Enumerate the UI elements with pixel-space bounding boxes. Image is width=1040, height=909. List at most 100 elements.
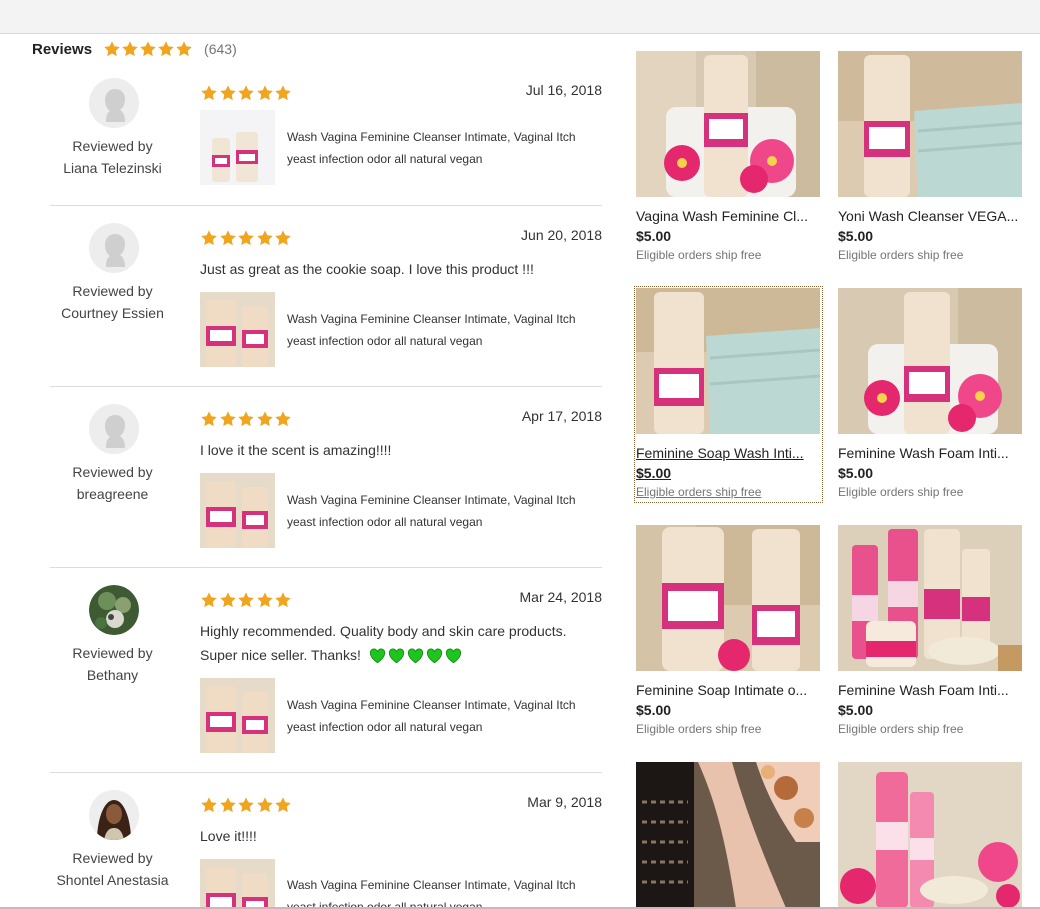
listing-shipping: Eligible orders ship free xyxy=(838,722,964,736)
reviewer-name[interactable]: Courtney Essien xyxy=(50,302,175,324)
review-product-link[interactable]: Wash Vagina Feminine Cleanser Intimate, … xyxy=(200,678,607,753)
review-rating-stars xyxy=(200,84,293,102)
product-thumbnail[interactable] xyxy=(200,859,275,907)
star-icon xyxy=(201,411,217,427)
review-product-title[interactable]: Wash Vagina Feminine Cleanser Intimate, … xyxy=(287,694,607,738)
listing-image[interactable] xyxy=(636,525,820,671)
reviewer-info: Reviewed by Liana Telezinski xyxy=(50,135,175,179)
review-product-link[interactable]: Wash Vagina Feminine Cleanser Intimate, … xyxy=(200,110,607,185)
reviewer-name[interactable]: breagreene xyxy=(50,483,175,505)
star-icon xyxy=(275,230,291,246)
review-date: Apr 17, 2018 xyxy=(521,408,602,424)
product-thumbnail[interactable] xyxy=(200,110,275,185)
listing-price: $5.00 xyxy=(838,702,874,718)
reviews-count: (643) xyxy=(204,41,237,57)
reviewer-name[interactable]: Bethany xyxy=(50,664,175,686)
photo-avatar-icon[interactable] xyxy=(89,790,139,840)
listing-image[interactable] xyxy=(838,51,1022,197)
review-date: Mar 24, 2018 xyxy=(519,589,603,605)
listing-card[interactable] xyxy=(636,762,821,909)
review-text: Love it!!!! xyxy=(200,828,257,844)
listing-price: $5.00 xyxy=(636,465,672,481)
reviewer-name[interactable]: Shontel Anestasia xyxy=(50,869,175,891)
star-icon xyxy=(256,797,273,813)
reviewer-info: Reviewed by Bethany xyxy=(50,642,175,686)
review-product-link[interactable]: Wash Vagina Feminine Cleanser Intimate, … xyxy=(200,859,602,907)
review-rating-stars xyxy=(200,229,293,247)
listing-image[interactable] xyxy=(636,51,820,197)
review-product-link[interactable]: Wash Vagina Feminine Cleanser Intimate, … xyxy=(200,473,607,548)
star-icon xyxy=(275,85,291,101)
listing-title[interactable]: Feminine Soap Wash Inti... xyxy=(636,444,821,462)
reviewer-name[interactable]: Liana Telezinski xyxy=(50,157,175,179)
listing-shipping: Eligible orders ship free xyxy=(636,248,762,262)
reviews-header: Reviews (643) xyxy=(32,38,237,60)
listing-price: $5.00 xyxy=(636,228,672,244)
star-icon xyxy=(238,85,254,101)
listing-image[interactable] xyxy=(838,525,1022,671)
listing-title[interactable]: Vagina Wash Feminine Cl... xyxy=(636,207,821,225)
review-item: Reviewed by breagreene Apr 17, 2018 I lo… xyxy=(50,404,602,568)
listing-shipping: Eligible orders ship free xyxy=(838,485,964,499)
reviewer-info: Reviewed by Courtney Essien xyxy=(50,280,175,324)
review-text-block: Highly recommended. Quality body and ski… xyxy=(200,619,605,667)
star-icon xyxy=(238,592,254,608)
green-heart-icon xyxy=(388,648,404,664)
listing-image[interactable] xyxy=(838,288,1022,434)
star-icon xyxy=(201,85,217,101)
review-date: Mar 9, 2018 xyxy=(527,794,602,810)
review-item: Reviewed by Shontel Anestasia Mar 9, 201… xyxy=(50,790,602,907)
star-icon xyxy=(275,411,291,427)
star-icon xyxy=(256,230,273,246)
default-avatar-icon[interactable] xyxy=(89,78,139,128)
product-thumbnail[interactable] xyxy=(200,473,275,548)
listing-image[interactable] xyxy=(838,762,1022,908)
overall-rating-stars xyxy=(103,40,193,58)
review-product-title[interactable]: Wash Vagina Feminine Cleanser Intimate, … xyxy=(287,308,607,352)
listing-card[interactable]: Feminine Soap Intimate o... $5.00 Eligib… xyxy=(636,525,821,737)
listing-price: $5.00 xyxy=(838,465,874,481)
star-icon xyxy=(122,41,138,57)
hearts-emoji-group xyxy=(369,648,464,664)
review-rating-stars xyxy=(200,796,293,814)
product-thumbnail[interactable] xyxy=(200,292,275,367)
default-avatar-icon[interactable] xyxy=(89,404,139,454)
review-product-title[interactable]: Wash Vagina Feminine Cleanser Intimate, … xyxy=(287,874,602,907)
photo-avatar-icon[interactable] xyxy=(89,585,139,635)
reviewed-by-label: Reviewed by xyxy=(72,645,153,661)
listing-shipping: Eligible orders ship free xyxy=(838,248,964,262)
listing-card[interactable]: Yoni Wash Cleanser VEGA... $5.00 Eligibl… xyxy=(838,51,1023,263)
green-heart-icon xyxy=(407,648,423,664)
listing-title[interactable]: Feminine Wash Foam Inti... xyxy=(838,681,1023,699)
browser-top-bar xyxy=(0,0,1040,34)
star-icon xyxy=(201,230,217,246)
listing-title[interactable]: Feminine Wash Foam Inti... xyxy=(838,444,1023,462)
listing-card[interactable]: Feminine Soap Wash Inti... $5.00 Eligibl… xyxy=(634,286,823,503)
star-icon xyxy=(219,797,236,813)
listing-title[interactable]: Feminine Soap Intimate o... xyxy=(636,681,821,699)
star-icon xyxy=(238,230,254,246)
review-product-title[interactable]: Wash Vagina Feminine Cleanser Intimate, … xyxy=(287,489,607,533)
listing-image[interactable] xyxy=(636,288,820,434)
review-item: Reviewed by Bethany Mar 24, 2018 Highly … xyxy=(50,585,602,773)
star-icon xyxy=(256,411,273,427)
listing-title[interactable]: Yoni Wash Cleanser VEGA... xyxy=(838,207,1023,225)
review-product-title[interactable]: Wash Vagina Feminine Cleanser Intimate, … xyxy=(287,126,607,170)
listing-image[interactable] xyxy=(636,762,820,908)
listing-card[interactable]: Feminine Wash Foam Inti... $5.00 Eligibl… xyxy=(838,525,1023,737)
listing-card[interactable]: Vagina Wash Feminine Cl... $5.00 Eligibl… xyxy=(636,51,821,263)
reviewed-by-label: Reviewed by xyxy=(72,283,153,299)
star-icon xyxy=(256,592,273,608)
star-icon xyxy=(219,85,236,101)
review-rating-stars xyxy=(200,591,293,609)
default-avatar-icon[interactable] xyxy=(89,223,139,273)
green-heart-icon xyxy=(426,648,442,664)
listing-card[interactable]: Feminine Wash Foam Inti... $5.00 Eligibl… xyxy=(838,288,1023,500)
review-item: Reviewed by Courtney Essien Jun 20, 2018… xyxy=(50,223,602,387)
star-icon xyxy=(201,797,217,813)
review-product-link[interactable]: Wash Vagina Feminine Cleanser Intimate, … xyxy=(200,292,607,367)
listing-card[interactable] xyxy=(838,762,1023,909)
product-thumbnail[interactable] xyxy=(200,678,275,753)
star-icon xyxy=(256,85,273,101)
star-icon xyxy=(238,797,254,813)
